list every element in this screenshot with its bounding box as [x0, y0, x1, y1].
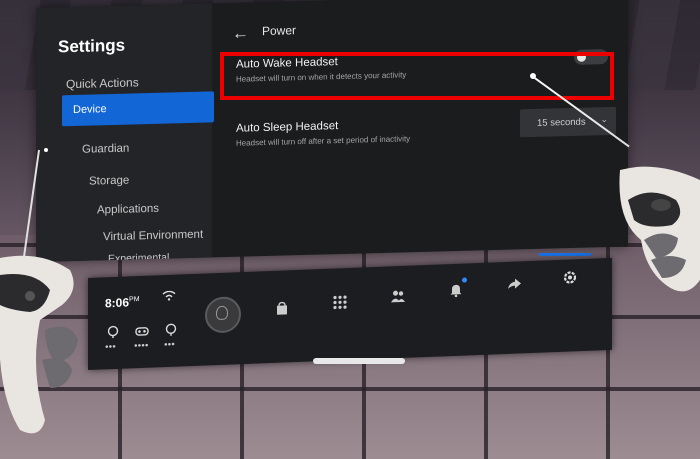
sidebar-item-label: Device [73, 103, 107, 117]
auto-sleep-row: Auto Sleep Headset Headset will turn off… [224, 105, 616, 161]
settings-title: Settings [58, 35, 126, 57]
clock: 8:06PM [105, 295, 140, 310]
controller-right-icon[interactable] [164, 323, 178, 338]
settings-panel: Settings Quick Actions Device Guardian S… [36, 0, 628, 263]
apps-grid-icon[interactable] [332, 294, 348, 311]
notifications-icon[interactable] [448, 282, 464, 299]
sidebar-item-applications[interactable]: Applications [36, 201, 212, 217]
sidebar-item-quick-actions[interactable]: Quick Actions [36, 73, 212, 91]
laser-cursor [530, 73, 536, 79]
headset-icon[interactable] [135, 324, 149, 339]
clock-ampm: PM [129, 296, 140, 304]
dropdown-value: 15 seconds [537, 116, 586, 129]
auto-sleep-dropdown[interactable]: 15 seconds ⌄ [520, 106, 616, 138]
sidebar-item-label: Guardian [82, 142, 130, 156]
taskbar-accent [539, 253, 591, 256]
sidebar-item-label: Quick Actions [66, 75, 139, 92]
chevron-down-icon: ⌄ [600, 114, 608, 125]
content-area: ← Power Auto Wake Headset Headset will t… [212, 0, 628, 257]
store-icon[interactable] [274, 300, 290, 317]
battery-dots: ●●● [164, 341, 175, 349]
sidebar: Settings Quick Actions Device Guardian S… [36, 3, 214, 263]
sidebar-item-guardian[interactable]: Guardian [36, 140, 212, 156]
controller-left-icon[interactable] [106, 325, 120, 340]
clock-time: 8:06 [105, 295, 130, 311]
settings-icon[interactable] [562, 269, 578, 286]
page-title: Power [262, 23, 297, 39]
sidebar-item-label: Applications [97, 202, 160, 217]
battery-dots: ●●● [105, 343, 116, 351]
sidebar-item-storage[interactable]: Storage [36, 172, 212, 188]
wifi-icon [162, 290, 176, 301]
avatar[interactable] [205, 296, 241, 334]
notification-badge [462, 277, 467, 283]
battery-dots: ●●●● [134, 342, 149, 350]
sidebar-item-device[interactable]: Device [62, 91, 214, 127]
left-laser-cursor [44, 148, 48, 152]
auto-sleep-label: Auto Sleep Headset [236, 120, 339, 135]
left-controller [0, 255, 78, 434]
sidebar-item-virtual-environment[interactable]: Virtual Environment [36, 228, 212, 244]
sidebar-item-label: Storage [89, 174, 130, 188]
right-controller [619, 166, 700, 292]
people-icon[interactable] [390, 288, 406, 305]
profile-icon [216, 305, 228, 321]
sidebar-item-label: Virtual Environment [103, 228, 204, 244]
drag-handle[interactable] [313, 358, 405, 364]
back-arrow-icon[interactable]: ← [232, 23, 250, 42]
auto-sleep-description: Headset will turn off after a set period… [236, 134, 411, 148]
share-icon[interactable] [506, 275, 522, 292]
